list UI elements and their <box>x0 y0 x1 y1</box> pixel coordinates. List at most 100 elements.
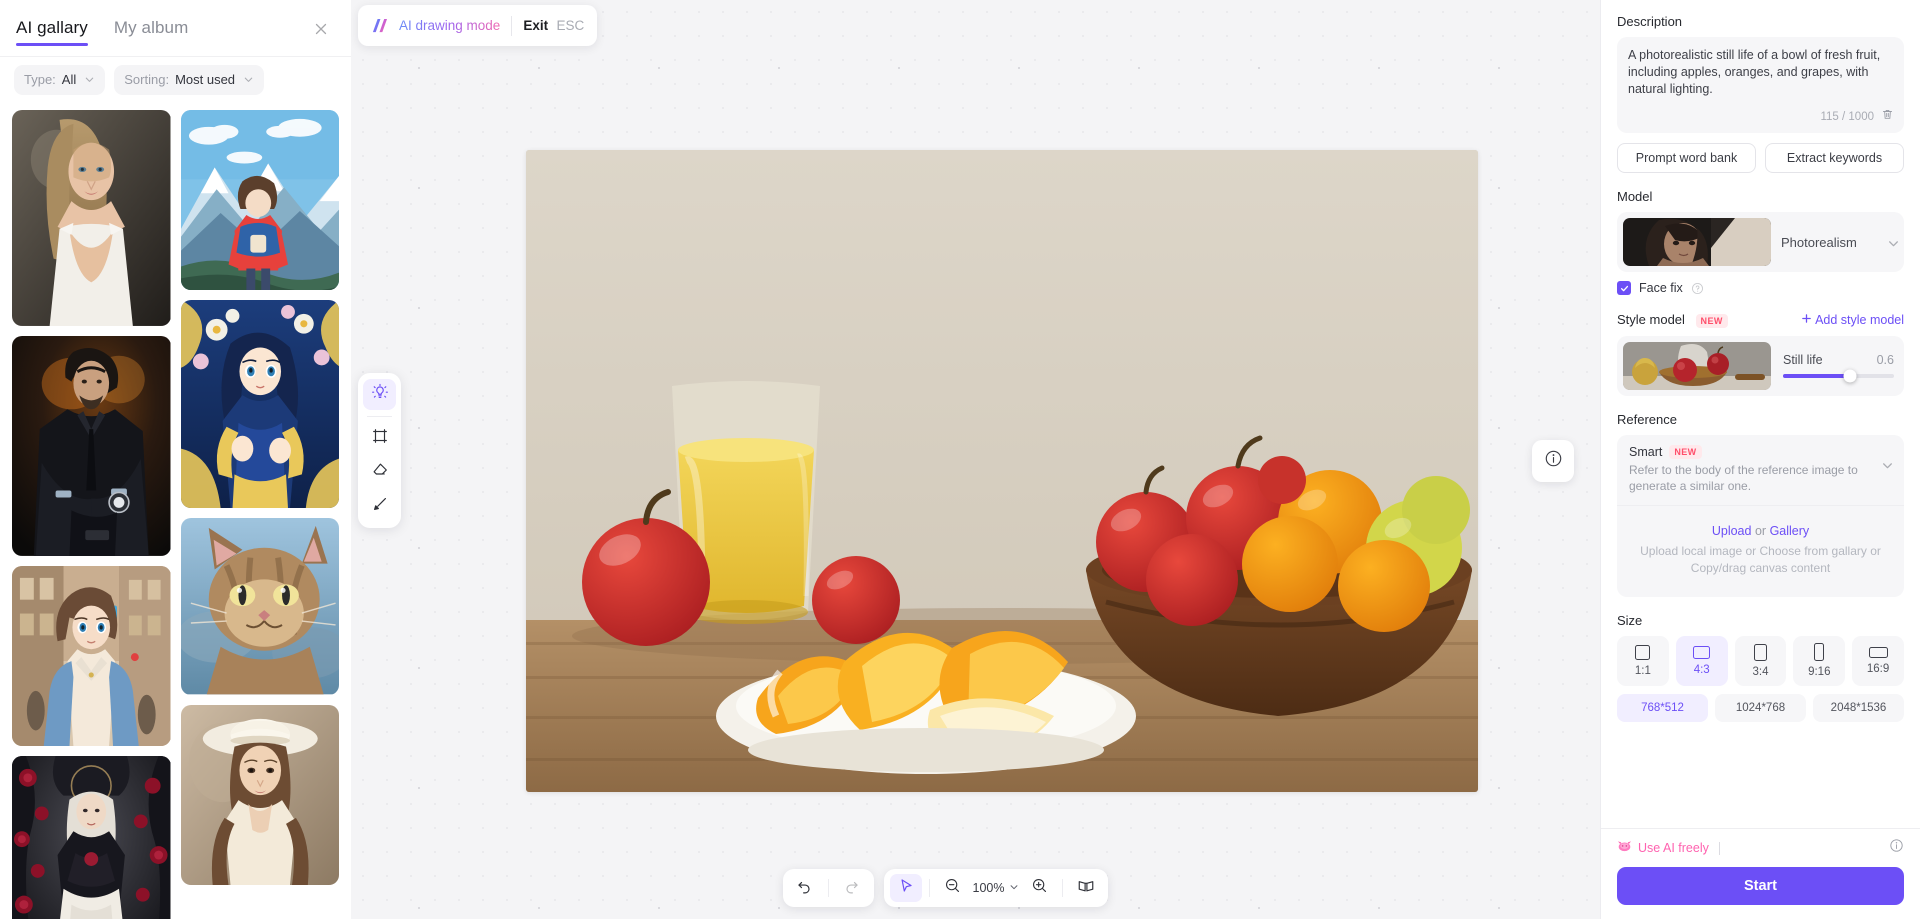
frame-crop-tool[interactable] <box>363 423 396 454</box>
size-ratio-3-4[interactable]: 3:4 <box>1734 635 1787 686</box>
exit-label: Exit <box>523 17 549 33</box>
zoom-level-dropdown[interactable]: 100% <box>971 881 1022 895</box>
idea-lightbulb-tool[interactable] <box>363 379 396 410</box>
size-preset-group: 768*512 1024*768 2048*1536 <box>1617 693 1904 722</box>
lightbulb-icon <box>371 383 389 406</box>
reference-new-badge: NEW <box>1669 444 1702 459</box>
pen-icon <box>371 495 389 518</box>
zoom-in-button[interactable] <box>1023 874 1055 902</box>
redo-button[interactable] <box>836 874 868 902</box>
portrait-icon <box>1753 643 1767 661</box>
size-preset-2048x1536[interactable]: 2048*1536 <box>1813 693 1904 722</box>
gallery-thumbnail[interactable] <box>12 110 171 326</box>
style-model-title: Style model NEW <box>1617 312 1728 328</box>
undo-button[interactable] <box>789 874 821 902</box>
zoom-in-icon <box>1031 877 1048 899</box>
trash-icon[interactable] <box>1881 108 1894 126</box>
description-value: A photorealistic still life of a bowl of… <box>1628 48 1884 96</box>
tab-my-album[interactable]: My album <box>114 0 189 56</box>
gallery-thumbnail[interactable] <box>180 704 339 885</box>
gallery-thumbnail[interactable] <box>12 335 171 556</box>
divider <box>827 879 829 897</box>
model-selector[interactable]: Photorealism <box>1617 212 1904 272</box>
reference-gallery-link[interactable]: Gallery <box>1770 524 1810 538</box>
reference-box: Smart NEW Refer to the body of the refer… <box>1617 434 1904 597</box>
tall-portrait-icon <box>1814 643 1825 662</box>
size-ratio-label: 4:3 <box>1693 663 1710 676</box>
style-model-top: Still life 0.6 <box>1783 353 1894 367</box>
zoom-out-button[interactable] <box>937 874 969 902</box>
size-ratio-4-3[interactable]: 4:3 <box>1675 635 1728 686</box>
style-model-header: Style model NEW Add style model <box>1617 312 1904 328</box>
size-ratio-1-1[interactable]: 1:1 <box>1617 635 1669 686</box>
prompt-word-bank-button[interactable]: Prompt word bank <box>1617 143 1756 173</box>
description-buttons: Prompt word bank Extract keywords <box>1617 143 1904 173</box>
reference-dropzone[interactable]: Upload or Gallery Upload local image or … <box>1617 506 1904 597</box>
gallery-thumbnail[interactable] <box>12 565 171 747</box>
description-input[interactable]: A photorealistic still life of a bowl of… <box>1617 37 1904 133</box>
chevron-down-icon <box>243 74 254 85</box>
undo-icon <box>796 877 813 899</box>
start-button[interactable]: Start <box>1617 867 1904 905</box>
pages-button[interactable] <box>1070 874 1102 902</box>
free-usage-label: Use AI freely <box>1638 841 1709 855</box>
divider <box>511 15 513 36</box>
footer-info-icon[interactable] <box>1889 838 1904 858</box>
fruit-still-life-canvas[interactable] <box>526 150 1478 792</box>
start-button-label: Start <box>1743 878 1778 894</box>
reference-hint-line1: Upload local image or Choose from gallar… <box>1640 543 1881 558</box>
exit-mode-button[interactable]: Exit ESC <box>523 17 584 35</box>
landscape-icon <box>1693 645 1711 659</box>
slider-knob[interactable] <box>1843 369 1857 383</box>
reference-mode-title-row: Smart NEW <box>1629 444 1871 459</box>
redo-icon <box>843 877 860 899</box>
gallery-thumbnail[interactable] <box>12 756 171 919</box>
style-model-thumbnail <box>1623 341 1771 390</box>
gallery-filters: Type: All Sorting: Most used <box>0 56 351 102</box>
free-usage-left[interactable]: Use AI freely <box>1617 839 1720 858</box>
size-ratio-9-16[interactable]: 9:16 <box>1793 635 1846 686</box>
plus-icon <box>1801 313 1812 327</box>
canvas-area[interactable]: AI drawing mode Exit ESC 100% <box>351 0 1600 919</box>
gallery-thumbnail[interactable] <box>180 110 339 291</box>
frame-icon <box>371 427 389 450</box>
reference-hint-line2: Copy/drag canvas content <box>1690 560 1831 575</box>
canvas-info-button[interactable] <box>1532 440 1574 482</box>
cursor-select-button[interactable] <box>889 874 922 902</box>
gallery-grid[interactable] <box>0 102 351 919</box>
size-preset-1024x768[interactable]: 1024*768 <box>1715 693 1806 722</box>
canvas-tool-rail <box>358 373 401 528</box>
eraser-tool[interactable] <box>363 457 396 488</box>
face-fix-toggle[interactable]: Face fix <box>1617 281 1904 295</box>
size-preset-768x512[interactable]: 768*512 <box>1617 693 1708 722</box>
style-weight-slider[interactable] <box>1783 369 1894 383</box>
style-model-item[interactable]: Still life 0.6 <box>1617 335 1904 396</box>
reference-upload-link[interactable]: Upload <box>1712 524 1752 538</box>
filter-type-label: Type: <box>24 72 56 87</box>
close-icon[interactable] <box>311 19 331 39</box>
add-style-model-button[interactable]: Add style model <box>1801 313 1904 327</box>
cursor-select-icon <box>897 877 914 899</box>
add-style-model-label: Add style model <box>1815 312 1904 327</box>
history-group <box>782 869 874 907</box>
tab-ai-gallary[interactable]: AI gallary <box>16 0 88 56</box>
pen-brush-tool[interactable] <box>363 491 396 522</box>
face-fix-checkbox[interactable] <box>1617 281 1631 295</box>
size-ratio-16-9[interactable]: 16:9 <box>1852 635 1904 686</box>
model-label: Model <box>1617 189 1653 204</box>
filter-sorting-dropdown[interactable]: Sorting: Most used <box>114 64 265 95</box>
free-ai-icon <box>1617 839 1632 858</box>
reference-mode-dropdown[interactable]: Smart NEW Refer to the body of the refer… <box>1617 435 1904 506</box>
style-model-weight: 0.6 <box>1876 353 1894 368</box>
gallery-thumbnail[interactable] <box>180 518 339 695</box>
gallery-thumbnail[interactable] <box>180 300 339 509</box>
extract-keywords-button[interactable]: Extract keywords <box>1765 143 1904 173</box>
chevron-down-icon <box>84 74 95 85</box>
book-spread-icon <box>1077 877 1095 900</box>
help-circle-icon[interactable] <box>1691 282 1704 295</box>
settings-scroll[interactable]: Description A photorealistic still life … <box>1601 0 1920 828</box>
ai-logo-icon <box>371 18 388 34</box>
filter-type-dropdown[interactable]: Type: All <box>14 64 106 95</box>
zoom-level-value: 100% <box>972 881 1005 895</box>
style-model-new-badge: NEW <box>1695 313 1728 328</box>
